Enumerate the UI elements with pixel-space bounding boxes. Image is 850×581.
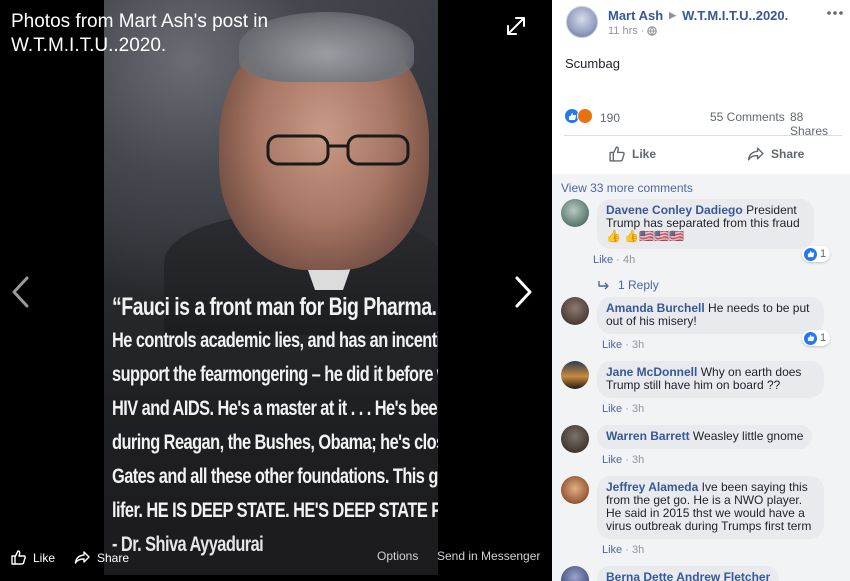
comment-meta: Like · 3h bbox=[602, 454, 645, 466]
quote-line: lifer. HE IS DEEP STATE. HE'S DEEP STATE… bbox=[112, 499, 438, 522]
view-replies-link[interactable]: 1 Reply bbox=[598, 278, 659, 292]
quote-headline: “Fauci is a front man for Big Pharma. bbox=[112, 293, 437, 321]
post-photo[interactable]: “Fauci is a front man for Big Pharma. He… bbox=[104, 0, 438, 575]
viewer-like-label: Like bbox=[33, 550, 56, 565]
globe-icon bbox=[647, 26, 658, 36]
viewer-bottom-bar: Like Share Options Send in Messenger bbox=[0, 537, 552, 581]
commenter-avatar[interactable] bbox=[561, 361, 589, 389]
comment-bubble: Jane McDonnell Why on earth does Trump s… bbox=[597, 361, 824, 398]
quote-line: support the fearmongering – he did it be… bbox=[112, 363, 438, 386]
commenter-name[interactable]: Davene Conley Dadiego bbox=[606, 203, 743, 217]
comment-time[interactable]: 4h bbox=[623, 254, 635, 266]
comment-reaction-badge[interactable]: 1 bbox=[802, 330, 831, 346]
next-photo-arrow-icon[interactable] bbox=[511, 275, 535, 309]
thumbs-up-icon bbox=[11, 550, 26, 565]
quote-line: He controls academic lies, and has an in… bbox=[112, 329, 438, 352]
comment-like-link[interactable]: Like bbox=[593, 254, 613, 266]
share-button[interactable]: Share bbox=[747, 145, 804, 163]
caret-right-icon: ▶ bbox=[669, 10, 677, 20]
comment-bubble: Jeffrey Alameda Ive been saying this fro… bbox=[597, 476, 824, 539]
comment-meta: Like · 4h bbox=[593, 254, 636, 266]
post-actions: Like Share bbox=[552, 137, 850, 171]
post-text: Scumbag bbox=[565, 56, 620, 71]
reply-count-label: 1 Reply bbox=[618, 278, 659, 292]
comment-bubble: Davene Conley Dadiego President Trump ha… bbox=[597, 199, 814, 249]
commenter-avatar[interactable] bbox=[561, 297, 589, 325]
view-more-comments-link[interactable]: View 33 more comments bbox=[561, 181, 693, 195]
viewer-like-button[interactable]: Like bbox=[10, 549, 55, 566]
share-arrow-icon bbox=[74, 551, 90, 564]
comment-reaction-count: 1 bbox=[820, 332, 827, 344]
comment-bubble: Warren Barrett Weasley little gnome bbox=[597, 425, 813, 449]
like-reaction-icon bbox=[804, 331, 817, 345]
previous-photo-arrow-icon[interactable] bbox=[9, 275, 33, 309]
comment-time[interactable]: 3h bbox=[632, 339, 644, 351]
quote-line: HIV and AIDS. He's a master at it . . . … bbox=[112, 397, 438, 420]
reaction-count[interactable]: 190 bbox=[600, 111, 620, 125]
photo-glasses bbox=[266, 134, 410, 166]
comments-count-link[interactable]: 55 Comments bbox=[710, 110, 785, 124]
expand-icon[interactable] bbox=[505, 15, 527, 37]
comment-like-link[interactable]: Like bbox=[602, 544, 622, 556]
author-avatar[interactable] bbox=[566, 6, 598, 38]
commenter-name[interactable]: Jeffrey Alameda bbox=[606, 480, 698, 494]
author-name-link[interactable]: Mart Ash bbox=[608, 8, 663, 23]
shares-count-link[interactable]: 88 Shares bbox=[790, 110, 844, 138]
reaction-icons[interactable] bbox=[564, 108, 593, 124]
divider bbox=[564, 135, 842, 136]
commenter-name[interactable]: Warren Barrett bbox=[606, 429, 690, 443]
share-arrow-icon bbox=[747, 147, 764, 161]
quote-line: during Reagan, the Bushes, Obama; he's c… bbox=[112, 431, 438, 454]
comment-text-emoji: 👍🇺🇸🇺🇸🇺🇸 bbox=[624, 229, 685, 243]
commenter-avatar[interactable] bbox=[561, 425, 589, 453]
share-label: Share bbox=[771, 147, 805, 161]
commenter-avatar[interactable] bbox=[561, 199, 589, 227]
viewer-share-button[interactable]: Share bbox=[74, 549, 129, 566]
quote-line: Gates and all these other foundations. T… bbox=[112, 465, 438, 488]
comment-bubble: Amanda Burchell He needs to be put out o… bbox=[597, 297, 824, 334]
options-button[interactable]: Options bbox=[377, 549, 418, 563]
post-header: Mart Ash ▶ W.T.M.I.T.U..2020. 11 hrs · bbox=[552, 0, 850, 50]
comment-meta: Like · 3h bbox=[602, 339, 645, 351]
reactions-summary: 190 55 Comments 88 Shares bbox=[564, 106, 844, 138]
post-timestamp[interactable]: 11 hrs · bbox=[608, 25, 644, 37]
comment-text: Weasley little gnome bbox=[692, 429, 804, 443]
commenter-avatar[interactable] bbox=[561, 476, 589, 504]
commenter-name[interactable]: Berna Dette Andrew Fletcher bbox=[606, 570, 770, 581]
photo-quote-text: “Fauci is a front man for Big Pharma. He… bbox=[112, 290, 438, 562]
send-in-messenger-button[interactable]: Send in Messenger bbox=[437, 549, 540, 563]
comment-meta: Like · 3h bbox=[602, 403, 645, 415]
post-panel: Mart Ash ▶ W.T.M.I.T.U..2020. 11 hrs · S… bbox=[552, 0, 850, 581]
thumbs-up-icon bbox=[609, 146, 625, 162]
more-options-icon[interactable] bbox=[825, 6, 845, 20]
comment-reaction-badge[interactable]: 1 bbox=[802, 246, 831, 262]
commenter-avatar[interactable] bbox=[561, 566, 589, 581]
viewer-share-label: Share bbox=[97, 550, 130, 565]
comment-like-link[interactable]: Like bbox=[602, 339, 622, 351]
comment-like-link[interactable]: Like bbox=[602, 454, 622, 466]
group-name-link[interactable]: W.T.M.I.T.U..2020. bbox=[682, 8, 788, 23]
commenter-name[interactable]: Amanda Burchell bbox=[606, 301, 705, 315]
comment-like-link[interactable]: Like bbox=[602, 403, 622, 415]
post-meta: 11 hrs · bbox=[608, 25, 658, 37]
like-reaction-icon bbox=[804, 247, 817, 261]
comments-section: View 33 more comments Davene Conley Dadi… bbox=[552, 174, 850, 581]
angry-reaction-icon bbox=[577, 108, 593, 124]
like-button[interactable]: Like bbox=[608, 145, 656, 163]
comment-bubble: Berna Dette Andrew Fletcher bbox=[597, 566, 780, 581]
commenter-name[interactable]: Jane McDonnell bbox=[606, 365, 697, 379]
author-line: Mart Ash ▶ W.T.M.I.T.U..2020. bbox=[608, 8, 788, 23]
comment-time[interactable]: 3h bbox=[632, 403, 644, 415]
comment-reaction-count: 1 bbox=[820, 248, 827, 260]
photo-viewer: “Fauci is a front man for Big Pharma. He… bbox=[0, 0, 552, 581]
photo-viewer-page: “Fauci is a front man for Big Pharma. He… bbox=[0, 0, 850, 581]
comment-time[interactable]: 3h bbox=[632, 544, 644, 556]
like-label: Like bbox=[632, 147, 657, 161]
reply-arrow-icon bbox=[598, 281, 609, 290]
viewer-title: Photos from Mart Ash's post in W.T.M.I.T… bbox=[11, 11, 269, 56]
comment-time[interactable]: 3h bbox=[632, 454, 644, 466]
comment-meta: Like · 3h bbox=[602, 544, 645, 556]
